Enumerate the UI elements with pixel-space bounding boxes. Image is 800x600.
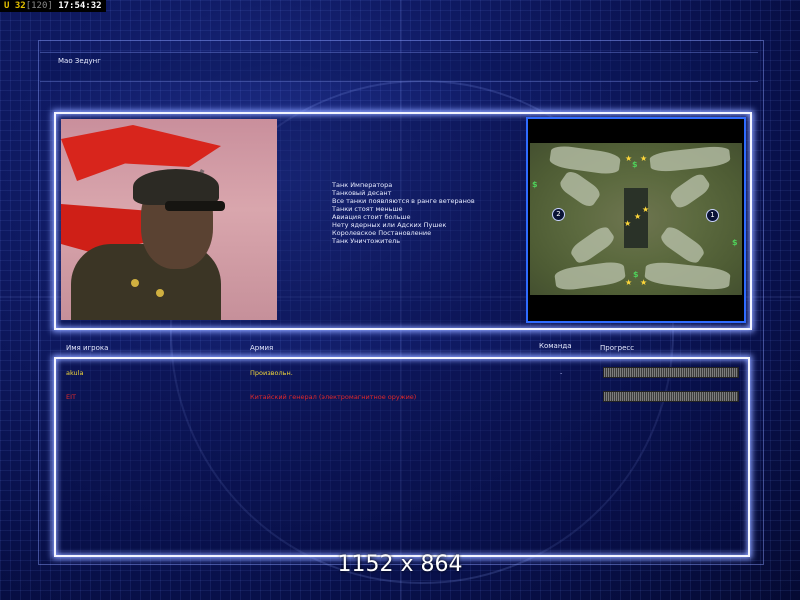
uniform-badge (156, 289, 164, 297)
column-header-progress: Прогресс (600, 344, 635, 352)
soldier-cap (133, 169, 219, 205)
column-header-player: Имя игрока (66, 344, 109, 352)
trait-line: Танк Уничтожитель (332, 237, 401, 245)
resource-icon: $ (532, 180, 538, 189)
terrain-rocks (644, 260, 731, 292)
player-name: EIT (66, 393, 76, 401)
terrain-rocks (658, 223, 707, 267)
player-progress-bar (603, 391, 739, 402)
player-army: Китайский генерал (электромагнитное оруж… (250, 393, 417, 401)
player-army: Произвольн. (250, 369, 293, 377)
terrain-rocks (568, 223, 617, 267)
terrain-rocks (557, 168, 603, 210)
terrain-rocks (553, 260, 627, 292)
title-bar (40, 52, 758, 82)
structure-icon: ★ (640, 154, 648, 163)
player-team: - (560, 369, 563, 377)
start-position-marker[interactable]: 2 (552, 208, 565, 221)
status-bar: U 32[120] 17:54:32 (0, 0, 106, 12)
status-time: 17:54:32 (58, 1, 102, 11)
trait-line: Королевское Постановление (332, 229, 432, 237)
status-label: U (4, 1, 10, 11)
resolution-label: 1152 x 864 (337, 552, 463, 577)
column-header-army: Армия (250, 344, 274, 352)
trait-line: Нету ядерных или Адских Пушек (332, 221, 447, 229)
trait-line: Танковый десант (332, 189, 392, 197)
structure-icon: ★ (634, 212, 642, 221)
terrain-rocks (548, 144, 622, 176)
soldier-goggles (165, 201, 225, 211)
player-progress-bar (603, 367, 739, 378)
status-bracket: [120] (25, 1, 53, 11)
uniform-badge (131, 279, 139, 287)
general-title: Мао Зедунг (58, 57, 101, 65)
trait-line: Все танки появляются в ранге ветеранов (332, 197, 475, 205)
column-header-team: Команда (539, 342, 572, 350)
player-name: akula (66, 369, 84, 377)
start-position-marker[interactable]: 1 (706, 209, 719, 222)
minimap-terrain: ★ ★ $ ★ ★ ★ $ ★ ★ $ $ 2 1 (530, 143, 742, 295)
terrain-rocks (649, 144, 731, 174)
structure-icon: ★ (625, 278, 633, 287)
structure-icon: ★ (642, 205, 650, 214)
trait-line: Авиация стоит больше (332, 213, 411, 221)
structure-icon: ★ (624, 219, 632, 228)
resource-icon: $ (633, 270, 639, 279)
trait-line: Танки стоят меньше (332, 205, 403, 213)
structure-icon: ★ (640, 278, 648, 287)
terrain-rocks (667, 171, 713, 211)
resource-icon: $ (632, 160, 638, 169)
general-portrait (61, 119, 277, 320)
minimap[interactable]: ★ ★ $ ★ ★ ★ $ ★ ★ $ $ 2 1 (526, 117, 746, 323)
resource-icon: $ (732, 238, 738, 247)
status-value: 32 (14, 1, 26, 11)
players-panel (54, 357, 750, 557)
general-traits-list: Танк Императора Танковый десант Все танк… (332, 181, 475, 245)
trait-line: Танк Императора (332, 181, 393, 189)
